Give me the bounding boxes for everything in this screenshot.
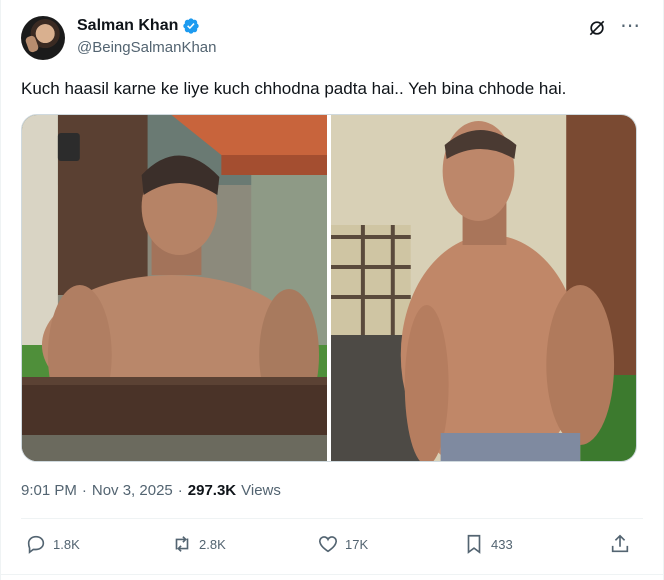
author-display-name[interactable]: Salman Khan bbox=[77, 17, 178, 35]
more-icon[interactable]: ⋯ bbox=[620, 16, 641, 36]
views-count: 297.3K bbox=[187, 482, 237, 499]
photo-shirtless-man-leaning-on-railing bbox=[22, 115, 327, 461]
verified-badge-icon bbox=[183, 18, 200, 34]
reply-count: 1.8K bbox=[53, 536, 80, 552]
repost-icon bbox=[175, 536, 189, 552]
author-name-row: Salman Khan bbox=[77, 17, 200, 35]
bottom-divider bbox=[1, 574, 663, 575]
meta-separator: · bbox=[81, 482, 87, 499]
views-label: Views bbox=[241, 482, 281, 499]
avatar[interactable] bbox=[21, 16, 65, 60]
repost-button[interactable]: 2.8K bbox=[171, 533, 226, 555]
bookmark-icon bbox=[467, 534, 481, 554]
divider bbox=[21, 518, 643, 519]
media-photo-1[interactable] bbox=[22, 115, 327, 461]
repost-count: 2.8K bbox=[199, 536, 226, 552]
tweet-date[interactable]: Nov 3, 2025 bbox=[92, 482, 173, 499]
tweet-text: Kuch haasil karne ke liye kuch chhodna p… bbox=[21, 79, 567, 98]
tweet-time[interactable]: 9:01 PM bbox=[21, 482, 77, 499]
like-icon bbox=[318, 536, 338, 553]
media-grid bbox=[21, 114, 637, 462]
media-photo-2[interactable] bbox=[331, 115, 636, 461]
reply-button[interactable]: 1.8K bbox=[25, 533, 80, 555]
tweet-header: Salman Khan @BeingSalmanKhan ⋯ bbox=[21, 14, 647, 62]
bookmark-button[interactable]: 433 bbox=[463, 533, 513, 555]
author-handle[interactable]: @BeingSalmanKhan bbox=[77, 39, 216, 56]
like-button[interactable]: 17K bbox=[317, 533, 368, 555]
grok-icon[interactable] bbox=[587, 18, 607, 38]
share-button[interactable] bbox=[609, 533, 631, 555]
meta-separator-2: · bbox=[177, 482, 183, 499]
tweet-card: Salman Khan @BeingSalmanKhan ⋯ Kuch haas… bbox=[0, 0, 664, 580]
bookmark-count: 433 bbox=[491, 536, 513, 552]
action-bar: 1.8K 2.8K 17K 433 bbox=[21, 533, 637, 559]
like-count: 17K bbox=[345, 536, 369, 552]
share-icon bbox=[611, 534, 629, 553]
reply-icon bbox=[27, 535, 45, 554]
photo-shirtless-man-standing-hand-on-hip bbox=[331, 115, 636, 461]
tweet-meta: 9:01 PM · Nov 3, 2025 · 297.3K Views bbox=[21, 482, 281, 499]
